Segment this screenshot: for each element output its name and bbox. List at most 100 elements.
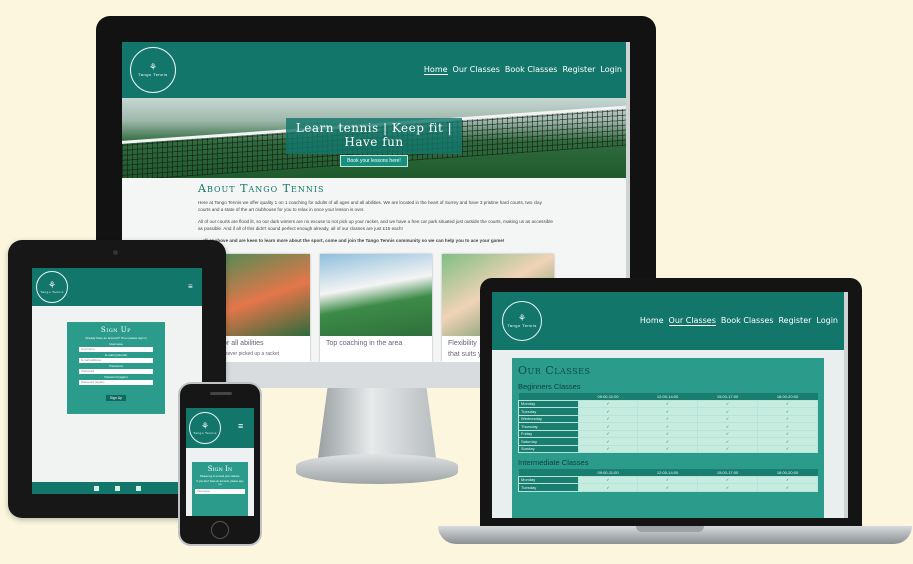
class-slot-cell[interactable]: ✓ [637, 399, 699, 408]
day-cell: Monday [518, 475, 579, 484]
class-slot-cell[interactable]: ✓ [757, 444, 818, 453]
class-slot-cell[interactable]: ✓ [757, 437, 818, 446]
scrollbar[interactable] [844, 292, 848, 518]
table-header-cell: 15:00-17:00 [697, 469, 758, 476]
class-slot-cell[interactable]: ✓ [757, 475, 818, 484]
section-title: Intermediate Classes [518, 458, 589, 467]
email-input[interactable]: E-mail address [79, 358, 153, 363]
day-cell: Sunday [518, 444, 579, 453]
class-slot-cell[interactable]: ✓ [637, 414, 699, 423]
username-input[interactable]: Username [195, 489, 245, 494]
class-slot-cell[interactable]: ✓ [577, 437, 639, 446]
class-slot-cell[interactable]: ✓ [577, 422, 639, 431]
feature-card: Top coaching in the area [320, 254, 432, 362]
password-again-input[interactable]: Password (again) [79, 380, 153, 385]
table-header-cell: 12:00-14:00 [637, 393, 698, 400]
hamburger-menu-icon[interactable]: ≡ [188, 282, 193, 291]
table-header-cell [518, 393, 579, 400]
class-slot-cell[interactable]: ✓ [577, 399, 639, 408]
laptop-notch [636, 526, 704, 532]
form-title: Sign Up [100, 326, 132, 334]
class-slot-cell[interactable]: ✓ [697, 399, 759, 408]
class-slot-cell[interactable]: ✓ [757, 407, 818, 416]
table-header-cell: 15:00-17:00 [697, 393, 758, 400]
nav-register[interactable]: Register [562, 65, 595, 75]
class-slot-cell[interactable]: ✓ [697, 483, 759, 492]
class-slot-cell[interactable]: ✓ [577, 407, 639, 416]
twitter-icon[interactable] [135, 485, 141, 491]
hero-title: Learn tennis | Keep fit | Have fun [295, 121, 453, 149]
nav-book-classes[interactable]: Book Classes [721, 316, 774, 326]
brand-logo[interactable]: ⚘ Tango Tennis [36, 271, 68, 303]
day-cell: Friday [518, 429, 579, 438]
class-slot-cell[interactable]: ✓ [697, 437, 759, 446]
nav-login[interactable]: Login [600, 65, 622, 75]
class-slot-cell[interactable]: ✓ [757, 399, 818, 408]
tennis-logo-icon: ⚘ [148, 62, 158, 72]
class-slot-cell[interactable]: ✓ [577, 414, 639, 423]
table-header-cell [518, 469, 579, 476]
tennis-logo-icon: ⚘ [47, 279, 57, 290]
class-slot-cell[interactable]: ✓ [577, 483, 639, 492]
nav-home[interactable]: Home [640, 316, 664, 326]
form-note: If you don't have an account, please sig… [196, 480, 244, 486]
page-title: Our Classes [518, 364, 591, 377]
nav-home[interactable]: Home [423, 65, 448, 75]
sign-up-button[interactable]: Sign Up [105, 395, 127, 401]
class-slot-cell[interactable]: ✓ [757, 483, 818, 492]
card-image [320, 254, 432, 336]
brand-logo[interactable]: ⚘ Tango Tennis [130, 47, 176, 93]
class-slot-cell[interactable]: ✓ [637, 422, 699, 431]
section-title: Beginners Classes [518, 382, 581, 391]
book-lessons-button[interactable]: Book your lessons here! [340, 155, 408, 167]
form-note: Already have an account? Then please sig… [85, 336, 147, 340]
field-label: Password [109, 364, 123, 368]
nav-links: Home Our Classes Book Classes Register L… [640, 316, 838, 326]
class-slot-cell[interactable]: ✓ [637, 407, 699, 416]
class-slot-cell[interactable]: ✓ [697, 429, 759, 438]
navbar: ⚘ Tango Tennis ≡ [32, 268, 202, 306]
facebook-icon[interactable] [93, 485, 99, 491]
class-slot-cell[interactable]: ✓ [637, 444, 699, 453]
brand-logo[interactable]: ⚘ Tango Tennis [502, 301, 542, 341]
camera-icon [113, 250, 118, 255]
username-input[interactable]: Username [79, 347, 153, 352]
hamburger-menu-icon[interactable]: ≡ [238, 421, 243, 431]
class-slot-cell[interactable]: ✓ [577, 475, 639, 484]
class-slot-cell[interactable]: ✓ [637, 429, 699, 438]
class-slot-cell[interactable]: ✓ [697, 475, 759, 484]
classes-panel: Our Classes Beginners Classes 09:00-11:0… [512, 358, 824, 518]
home-button[interactable] [211, 521, 229, 539]
password-input[interactable]: Password [79, 369, 153, 374]
table-header-row: 09:00-11:00 12:00-14:00 15:00-17:00 18:0… [518, 393, 818, 400]
class-slot-cell[interactable]: ✓ [757, 422, 818, 431]
signup-form: Sign Up Already have an account? Then pl… [67, 322, 165, 414]
class-slot-cell[interactable]: ✓ [697, 422, 759, 431]
class-slot-cell[interactable]: ✓ [697, 414, 759, 423]
class-slot-cell[interactable]: ✓ [577, 429, 639, 438]
nav-register[interactable]: Register [778, 316, 811, 326]
table-header-cell: 18:00-20:00 [757, 469, 818, 476]
class-slot-cell[interactable]: ✓ [637, 483, 699, 492]
class-slot-cell[interactable]: ✓ [697, 407, 759, 416]
nav-login[interactable]: Login [816, 316, 838, 326]
class-slot-cell[interactable]: ✓ [577, 444, 639, 453]
class-slot-cell[interactable]: ✓ [697, 444, 759, 453]
table-header-cell: 18:00-20:00 [757, 393, 818, 400]
class-slot-cell[interactable]: ✓ [637, 475, 699, 484]
nav-book-classes[interactable]: Book Classes [505, 65, 558, 75]
class-slot-cell[interactable]: ✓ [757, 429, 818, 438]
hero-box: Learn tennis | Keep fit | Have fun Book … [286, 118, 462, 167]
day-cell: Tuesday [518, 483, 579, 492]
instagram-icon[interactable] [114, 485, 120, 491]
nav-our-classes[interactable]: Our Classes [668, 316, 716, 326]
day-cell: Tuesday [518, 407, 579, 416]
beginners-timetable: 09:00-11:00 12:00-14:00 15:00-17:00 18:0… [518, 393, 818, 453]
about-title: About Tango Tennis [198, 182, 325, 195]
class-slot-cell[interactable]: ✓ [757, 414, 818, 423]
navbar: ⚘ Tango Tennis ≡ [186, 408, 254, 448]
nav-our-classes[interactable]: Our Classes [453, 65, 500, 75]
brand-name: Tango Tennis [138, 72, 168, 77]
brand-logo[interactable]: ⚘ Tango Tennis [189, 412, 221, 444]
class-slot-cell[interactable]: ✓ [637, 437, 699, 446]
